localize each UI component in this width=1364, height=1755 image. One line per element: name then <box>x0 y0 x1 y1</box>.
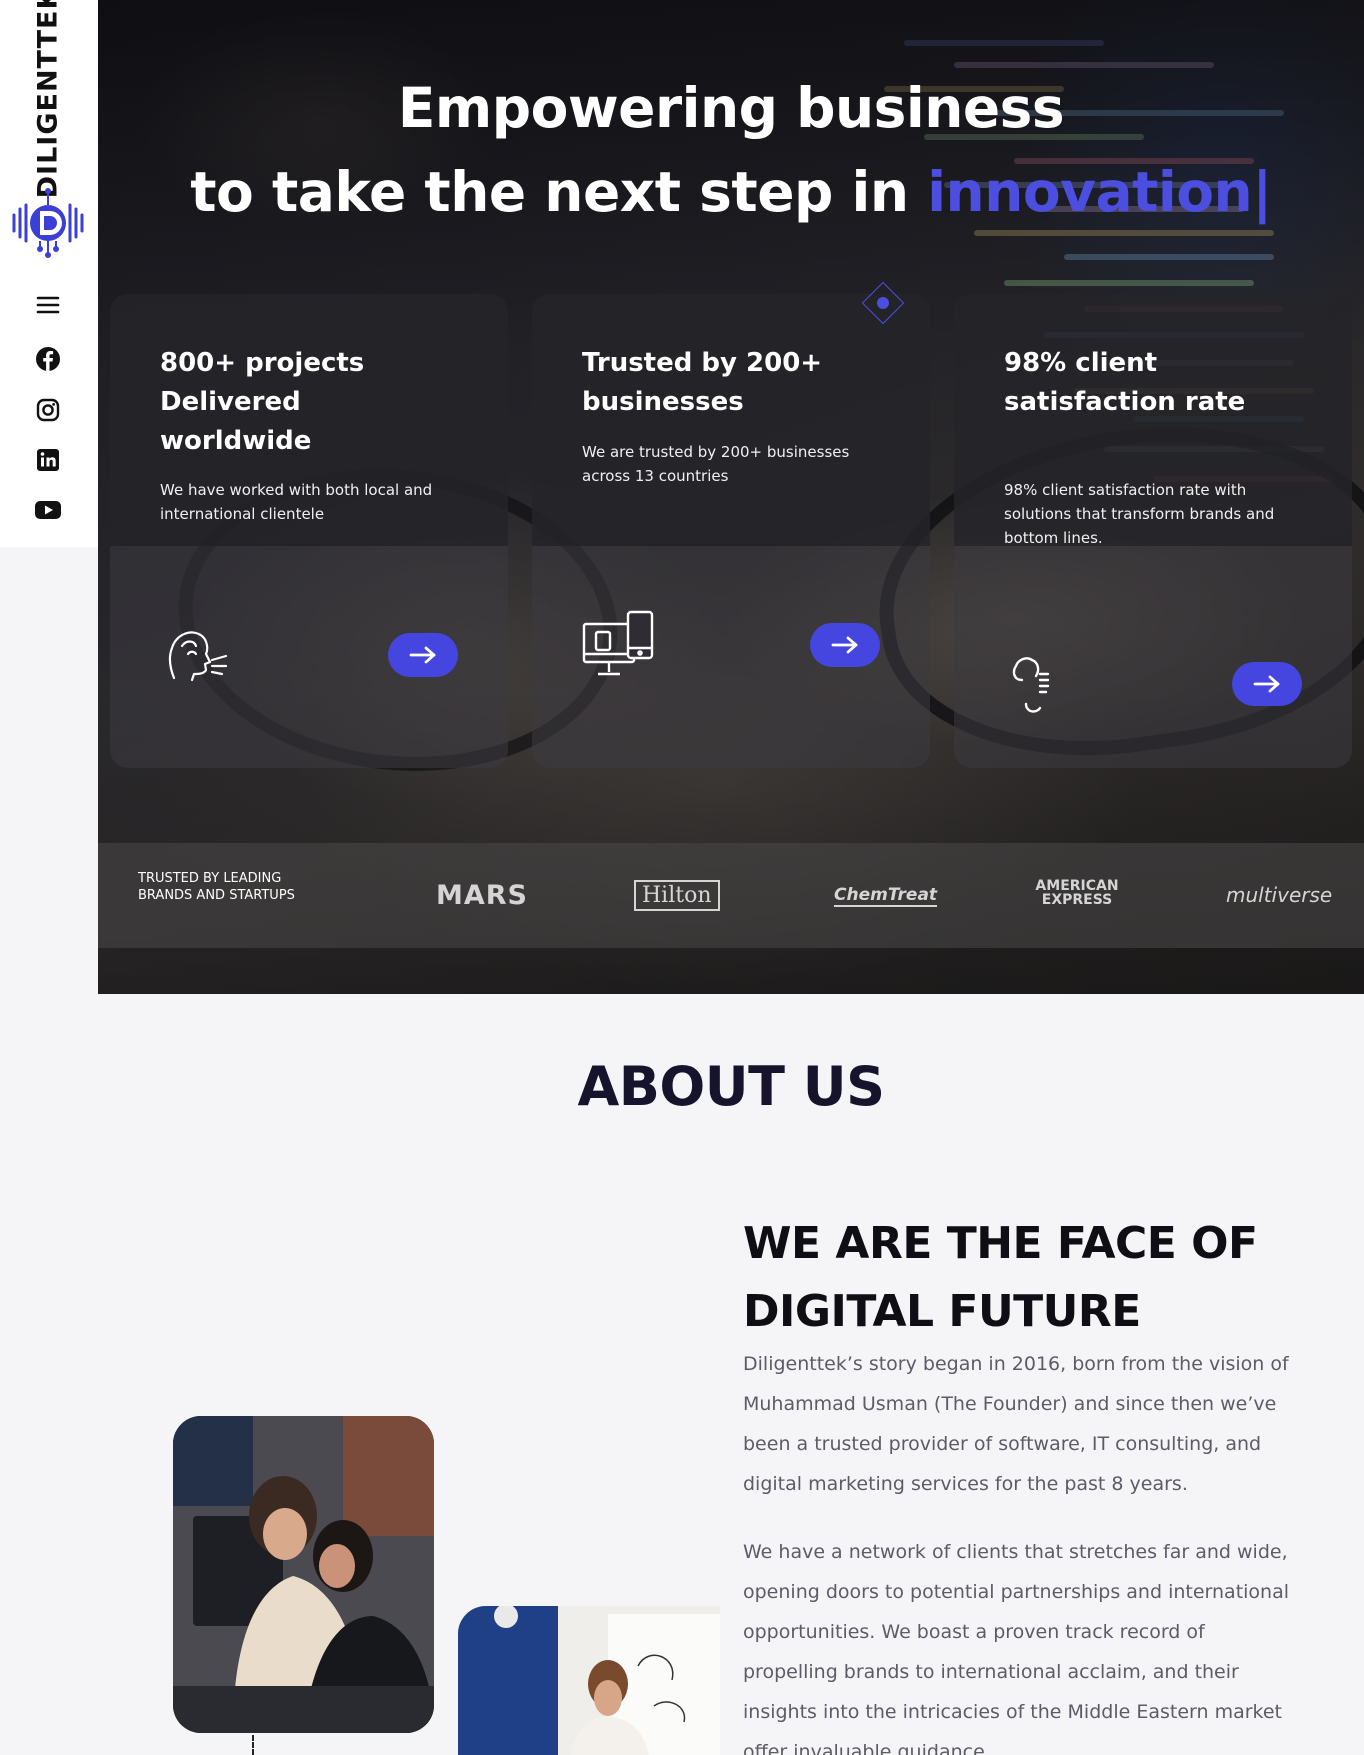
brand-logo-hilton: Hilton <box>634 880 720 911</box>
hero-section: Empowering business to take the next ste… <box>98 0 1364 994</box>
brand-logo-amex: AMERICAN EXPRESS <box>1035 878 1119 908</box>
instagram-icon[interactable] <box>34 396 62 424</box>
brand-logo-multiverse: multiverse <box>1226 883 1333 907</box>
sidebar: DILIGENTTEK <box>0 0 98 547</box>
client-satisfaction-icon <box>1008 650 1052 724</box>
trusted-brands-strip: TRUSTED BY LEADING BRANDS AND STARTUPS M… <box>98 843 1364 948</box>
brand-wordmark[interactable]: DILIGENTTEK <box>28 0 68 198</box>
card-title: 98% client satisfaction rate <box>1004 348 1246 417</box>
team-photo-desk <box>173 1416 434 1733</box>
hero-title-line1: Empowering business <box>397 76 1065 140</box>
brand-logo-chemtreat: ChemTreat <box>834 885 938 907</box>
card-title: 800+ projects Delivered worldwide <box>160 348 365 456</box>
dashed-connector <box>252 1735 254 1755</box>
hero-title-prefix: to take the next step in <box>190 160 928 224</box>
hero-title-accent: innovation| <box>927 160 1272 224</box>
facebook-icon[interactable] <box>34 345 62 373</box>
youtube-icon[interactable] <box>34 496 62 524</box>
devices-icon <box>582 610 654 684</box>
linkedin-icon[interactable] <box>34 446 62 474</box>
card-text: 98% client satisfaction rate with soluti… <box>1004 481 1275 547</box>
about-heading: WE ARE THE FACE OF DIGITAL FUTURE <box>743 1218 1258 1337</box>
stat-card-projects[interactable]: 800+ projects Delivered worldwide We hav… <box>110 294 508 768</box>
card-title: Trusted by 200+ businesses <box>582 348 823 417</box>
brands-label: TRUSTED BY LEADING BRANDS AND STARTUPS <box>138 871 295 903</box>
arrow-right-button[interactable] <box>388 633 458 677</box>
menu-icon[interactable] <box>34 291 62 319</box>
thinking-head-icon <box>160 624 230 688</box>
arrow-right-button[interactable] <box>1232 662 1302 706</box>
about-paragraph-2: We have a network of clients that stretc… <box>743 1541 1290 1755</box>
hero-title-line2: to take the next step in innovation| <box>98 160 1364 224</box>
brand-logo-icon[interactable] <box>10 185 86 261</box>
about-title: ABOUT US <box>577 1055 885 1118</box>
stat-card-businesses[interactable]: Trusted by 200+ businesses We are truste… <box>532 294 930 768</box>
about-paragraph-1: Diligenttek’s story began in 2016, born … <box>743 1353 1289 1495</box>
brand-logo-mars: MARS <box>436 880 529 911</box>
card-text: We have worked with both local and inter… <box>160 481 433 523</box>
card-text: We are trusted by 200+ businesses across… <box>582 443 850 485</box>
stat-card-satisfaction[interactable]: 98% client satisfaction rate 98% client … <box>954 294 1352 768</box>
arrow-right-button[interactable] <box>810 623 880 667</box>
presenter-photo-whiteboard <box>458 1606 720 1755</box>
